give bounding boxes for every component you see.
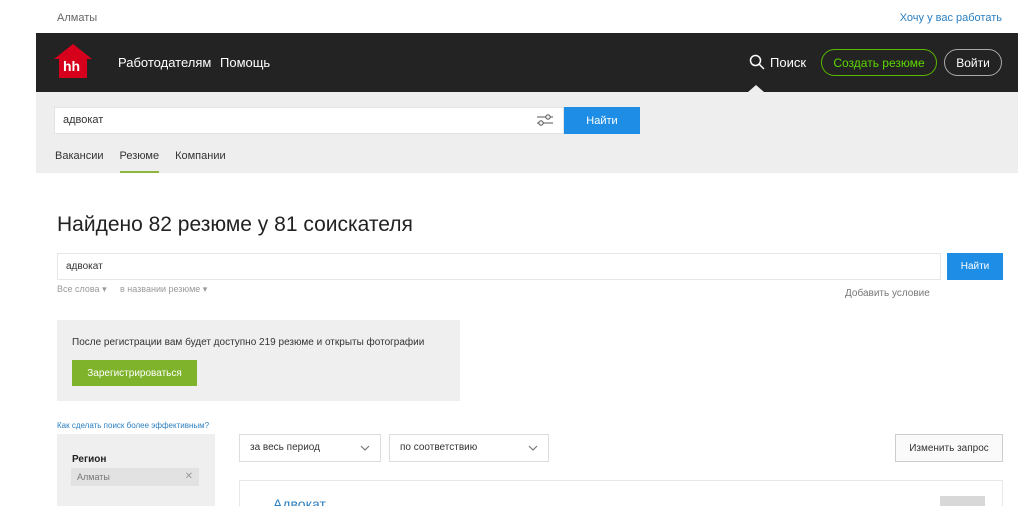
top-strip: Алматы Хочу у вас работать [0,0,1030,33]
login-button[interactable]: Войти [944,49,1002,76]
nav-employers[interactable]: Работодателям [118,55,211,70]
tab-companies[interactable]: Компании [175,150,226,173]
result-title-link[interactable]: Адвокат [273,496,326,506]
logo-text: hh [63,58,81,74]
site-header: hh Работодателям Помощь Поиск Создать ре… [36,33,1018,92]
active-nav-caret [748,85,764,92]
result-photo-placeholder [940,496,985,506]
page: Алматы Хочу у вас работать hh Работодате… [0,0,1030,506]
add-condition-link[interactable]: Добавить условие [845,288,930,299]
results-find-button[interactable]: Найти [947,253,1003,280]
magnifier-icon [749,54,765,70]
results-search-input[interactable]: адвокат [57,253,941,280]
main-find-button[interactable]: Найти [564,107,640,134]
search-tips-link[interactable]: Как сделать поиск более эффективным? [57,421,209,430]
region-chip-label: Алматы [77,472,110,482]
result-card: Адвокат [239,480,1003,506]
word-mode-label: Все слова [57,284,100,294]
search-scope-dropdown[interactable]: в названии резюме ▾ [120,284,207,295]
region-title: Регион [72,454,107,465]
registration-box: После регистрации вам будет доступно 219… [57,320,460,401]
period-select-value: за весь период [250,442,320,453]
tab-resumes[interactable]: Резюме [119,150,159,173]
chevron-down-icon [360,445,370,451]
main-search-input[interactable]: адвокат [54,107,564,134]
word-mode-dropdown[interactable]: Все слова ▾ [57,284,107,295]
employer-link[interactable]: Хочу у вас работать [900,12,1002,24]
sort-select[interactable]: по соответствию [389,434,549,462]
city-link[interactable]: Алматы [57,12,97,24]
sliders-icon[interactable] [536,112,554,128]
hh-logo[interactable]: hh [53,43,93,79]
tab-vacancies[interactable]: Вакансии [55,150,104,173]
registration-text: После регистрации вам будет доступно 219… [72,337,425,348]
search-band: адвокат Найти Вакансии Резюме Компании [36,92,1018,173]
change-query-button[interactable]: Изменить запрос [895,434,1003,462]
period-select[interactable]: за весь период [239,434,381,462]
close-icon[interactable]: ✕ [185,468,193,486]
results-title: Найдено 82 резюме у 81 соискателя [57,213,413,236]
region-chip[interactable]: Алматы ✕ [71,468,199,486]
search-scope-label: в названии резюме [120,284,201,294]
sort-select-value: по соответствию [400,442,478,453]
nav-search-label: Поиск [770,54,807,70]
register-button[interactable]: Зарегистрироваться [72,360,197,386]
search-tabs: Вакансии Резюме Компании [55,150,242,173]
chevron-down-icon [528,445,538,451]
nav-help[interactable]: Помощь [220,55,270,70]
create-resume-button[interactable]: Создать резюме [821,49,937,76]
region-filter: Регион Алматы ✕ [57,434,215,506]
nav-search[interactable]: Поиск [749,53,806,71]
